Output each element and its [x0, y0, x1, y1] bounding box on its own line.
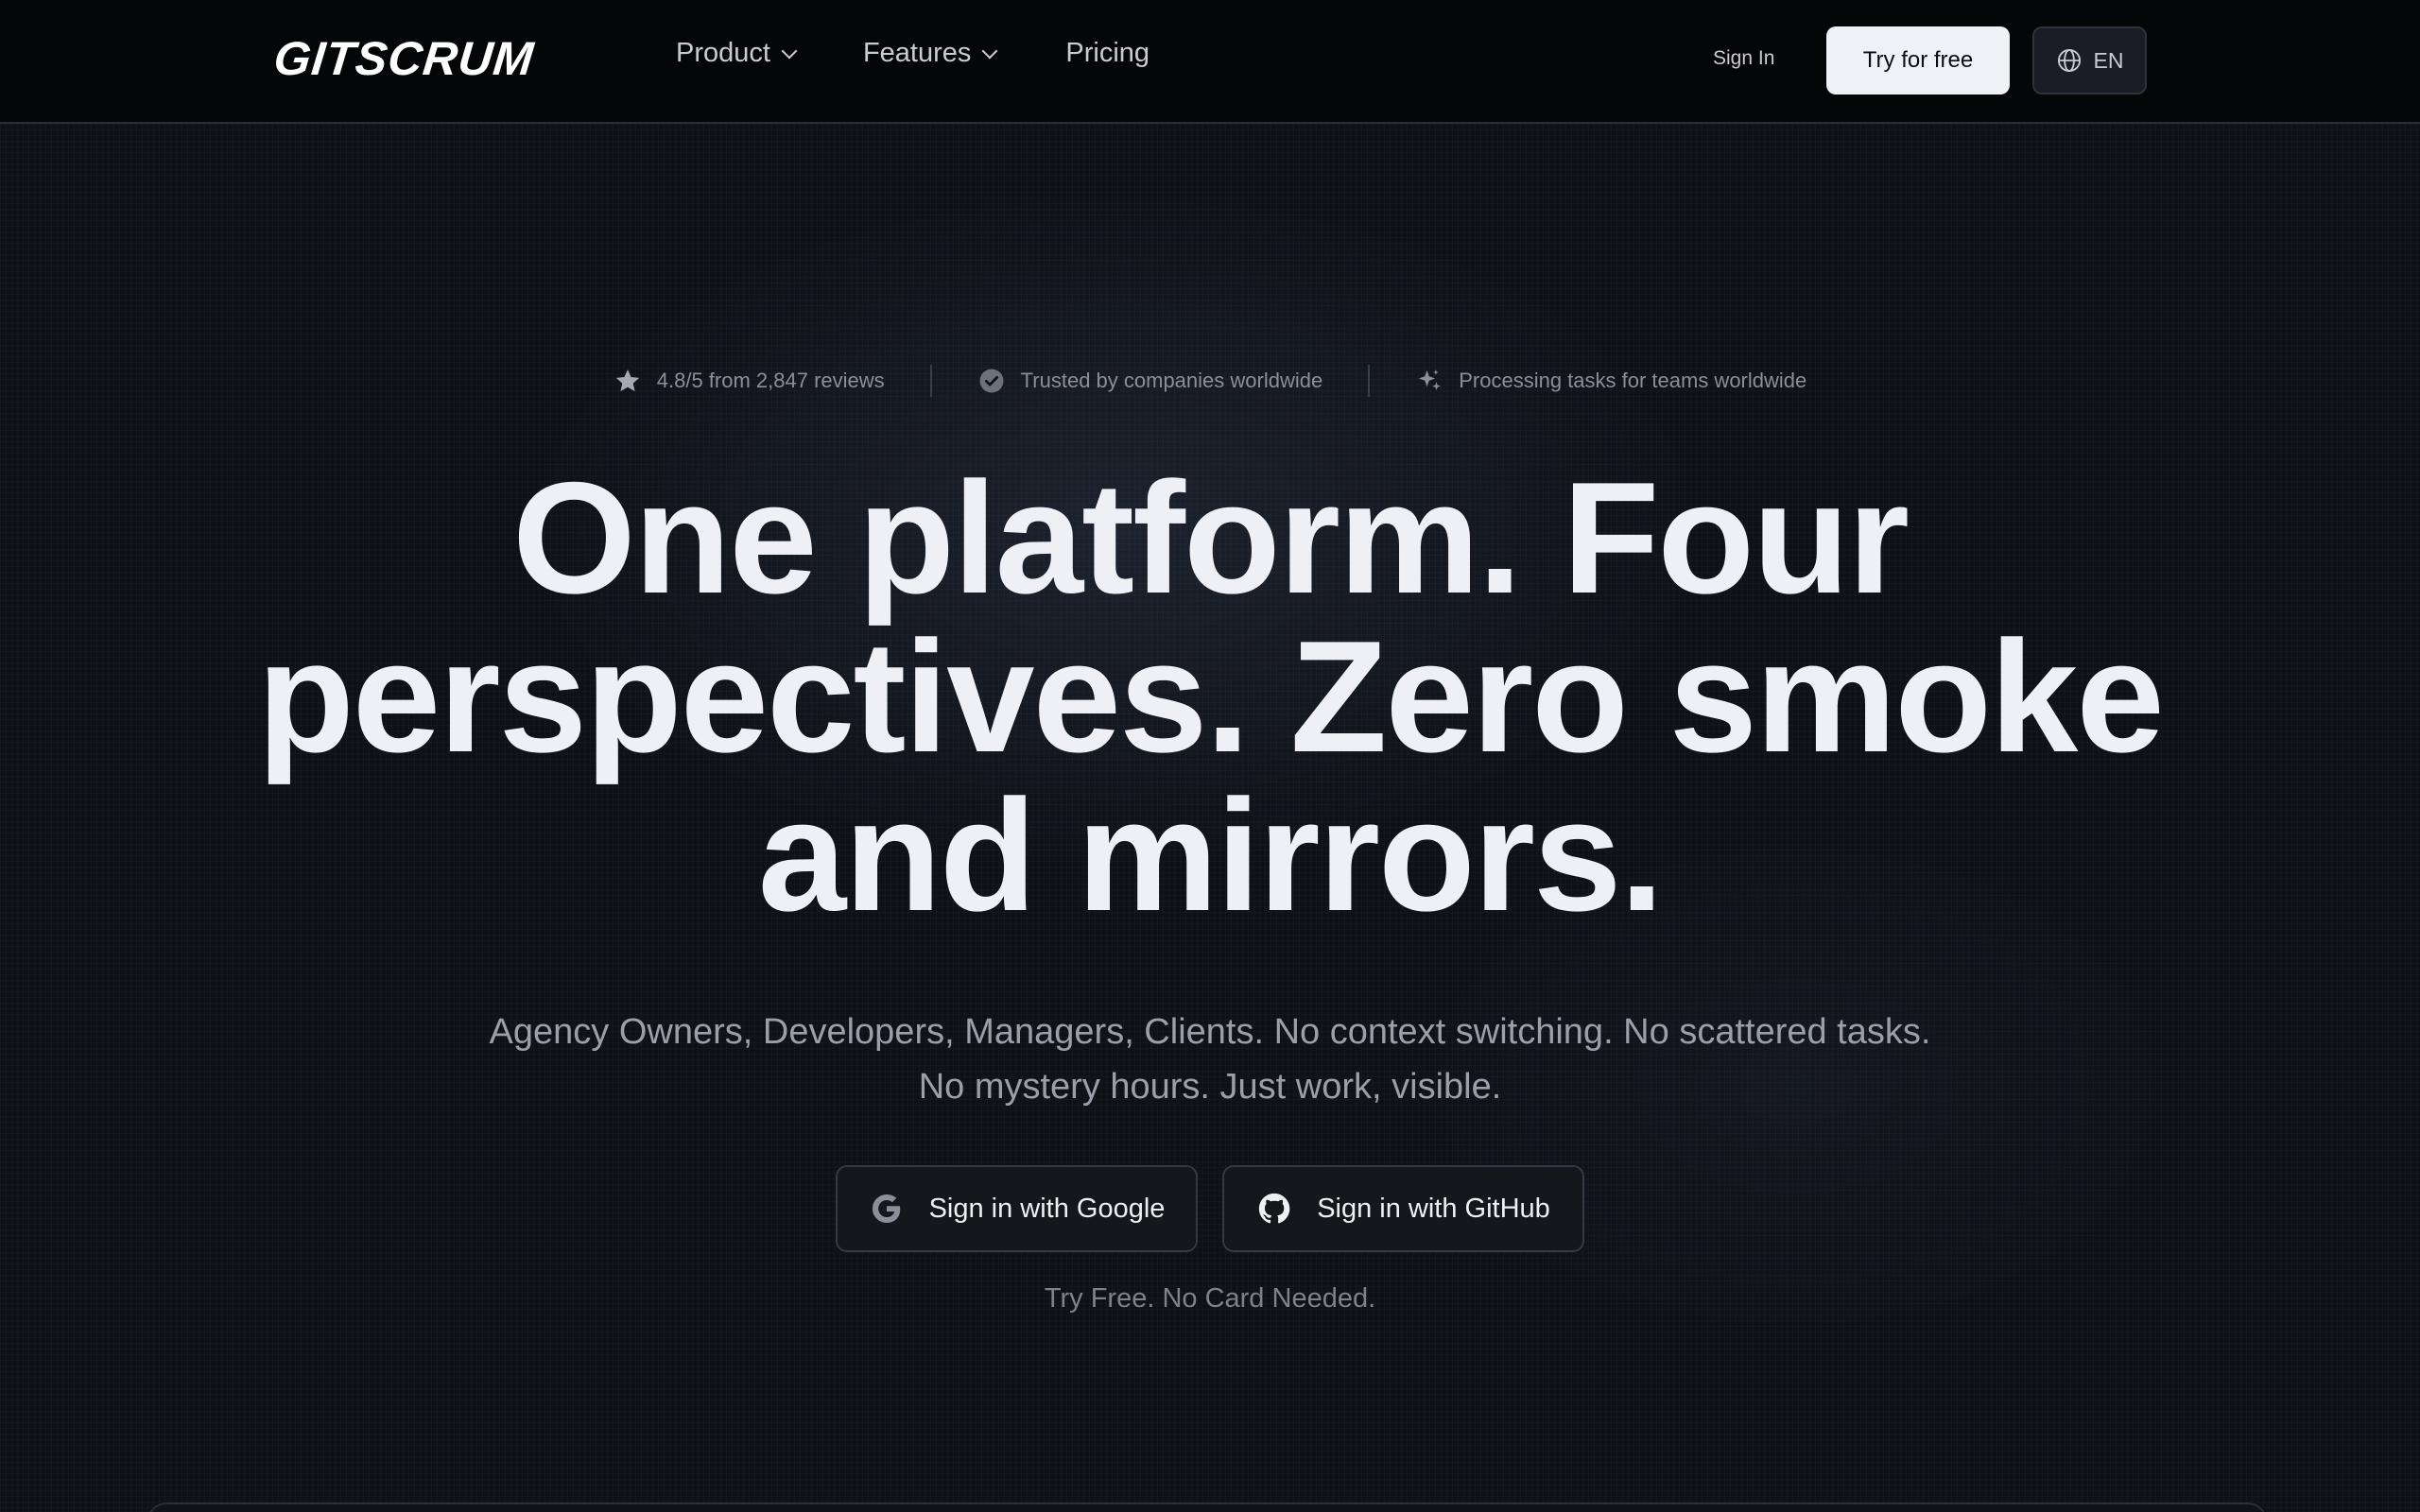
- nav-pricing[interactable]: Pricing: [1065, 38, 1150, 69]
- stat-divider: [1368, 365, 1371, 397]
- star-icon: [615, 369, 639, 392]
- nav-product[interactable]: Product: [676, 38, 798, 69]
- nav-features[interactable]: Features: [862, 38, 998, 69]
- stat-processing: Processing tasks for teams worldwide: [1415, 367, 1806, 395]
- headline-line-2: perspectives. Zero smoke: [257, 608, 2165, 785]
- sign-in-google-button[interactable]: Sign in with Google: [836, 1165, 1198, 1252]
- github-icon: [1259, 1193, 1290, 1224]
- chevron-down-icon: [781, 43, 798, 59]
- nav-product-label: Product: [676, 38, 770, 68]
- stat-trusted: Trusted by companies worldwide: [977, 367, 1323, 395]
- check-badge-icon: [979, 369, 1004, 393]
- sign-in-link[interactable]: Sign In: [1713, 47, 1774, 70]
- nav-pricing-label: Pricing: [1065, 38, 1150, 68]
- sign-in-github-button[interactable]: Sign in with GitHub: [1222, 1165, 1584, 1252]
- nav-features-label: Features: [862, 38, 972, 68]
- github-button-label: Sign in with GitHub: [1317, 1193, 1550, 1224]
- stat-reviews-text: 4.8/5 from 2,847 reviews: [656, 369, 885, 392]
- sparkle-icon: [1418, 369, 1442, 390]
- gitscrum-logo[interactable]: GITSCRUM: [271, 32, 537, 85]
- subhead-line-1: Agency Owners, Developers, Managers, Cli…: [489, 1012, 1931, 1052]
- top-navbar: GITSCRUM Product Features Pricing Sign I…: [0, 0, 2420, 124]
- subhead-line-2: No mystery hours. Just work, visible.: [918, 1067, 1502, 1107]
- stat-divider: [929, 365, 932, 397]
- globe-icon: [2057, 48, 2081, 73]
- trust-stats: 4.8/5 from 2,847 reviews Trusted by comp…: [0, 365, 2420, 397]
- headline-line-3: and mirrors.: [757, 766, 1664, 944]
- headline-line-1: One platform. Four: [512, 449, 1910, 627]
- google-icon: [872, 1194, 900, 1224]
- preview-card-edge: [147, 1503, 2267, 1512]
- google-button-label: Sign in with Google: [928, 1193, 1166, 1224]
- logo-text: GITSCRUM: [271, 32, 537, 85]
- stat-trusted-text: Trusted by companies worldwide: [1020, 369, 1323, 392]
- oauth-buttons: Sign in with Google Sign in with GitHub: [0, 1165, 2420, 1252]
- hero-headline: One platform. Four perspectives. Zero sm…: [0, 458, 2420, 935]
- page: GITSCRUM Product Features Pricing Sign I…: [0, 0, 2420, 1512]
- language-selector[interactable]: EN: [2032, 26, 2147, 94]
- chevron-down-icon: [981, 43, 998, 59]
- free-trial-note: Try Free. No Card Needed.: [1044, 1283, 1376, 1314]
- stat-reviews: 4.8/5 from 2,847 reviews: [614, 367, 885, 395]
- hero-subheading: Agency Owners, Developers, Managers, Cli…: [0, 1005, 2420, 1114]
- language-label: EN: [2093, 47, 2124, 73]
- stat-processing-text: Processing tasks for teams worldwide: [1459, 369, 1807, 392]
- nav-links: Product Features Pricing: [676, 38, 1150, 69]
- try-for-free-button[interactable]: Try for free: [1826, 26, 2010, 94]
